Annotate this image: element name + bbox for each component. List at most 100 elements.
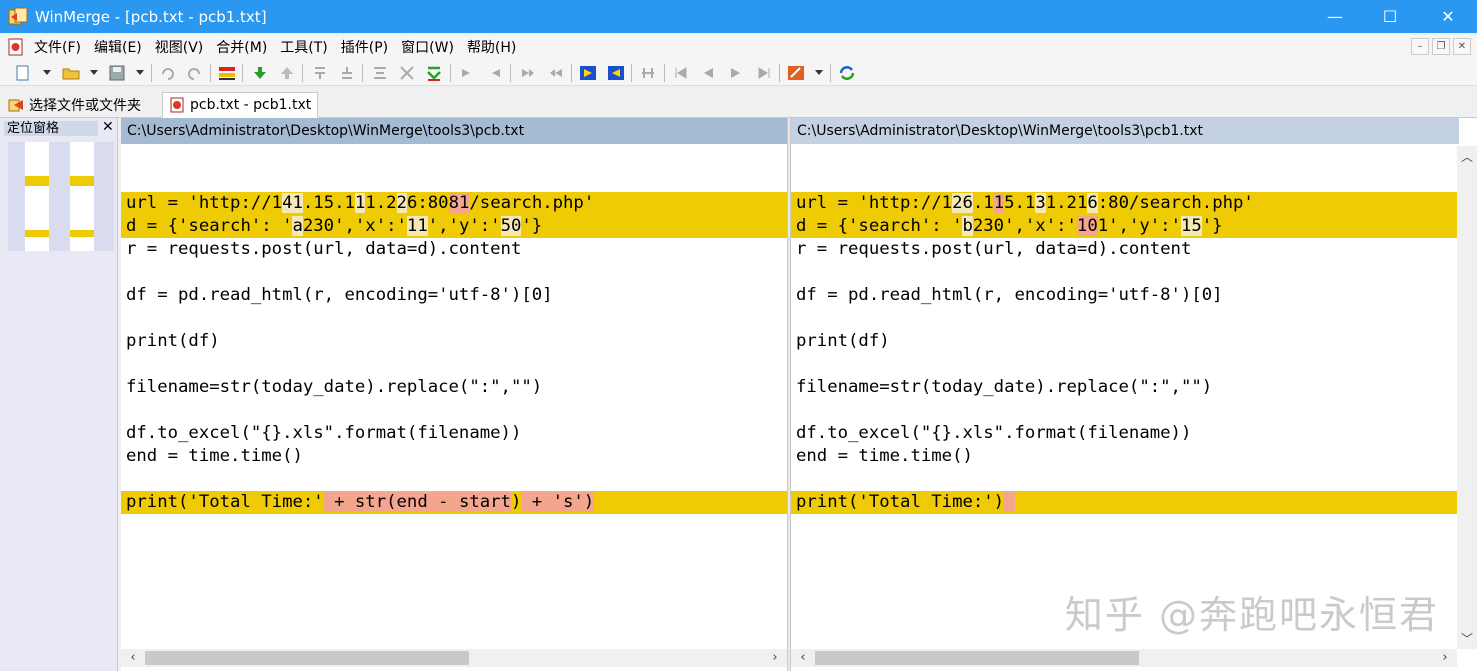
last-file-icon[interactable] (753, 63, 775, 83)
code-line[interactable] (791, 468, 1457, 491)
code-line[interactable]: end = time.time() (121, 445, 787, 468)
prev-diff-icon[interactable] (276, 63, 298, 83)
copy-left-advance-icon[interactable] (545, 63, 567, 83)
first-diff-icon[interactable] (309, 63, 331, 83)
code-line[interactable] (121, 468, 787, 491)
code-line[interactable]: r = requests.post(url, data=d).content (121, 238, 787, 261)
options-dropdown-icon[interactable] (815, 70, 823, 75)
copy-right-advance-icon[interactable] (517, 63, 539, 83)
diff-line[interactable]: d = {'search': 'a230','x':'11','y':'50'} (121, 215, 787, 238)
code-line[interactable]: print(df) (791, 330, 1457, 353)
diff-line[interactable]: print('Total Time:') (791, 491, 1457, 514)
redo-icon[interactable] (183, 63, 205, 83)
menu-merge[interactable]: 合并(M) (216, 37, 267, 57)
code-line[interactable] (121, 353, 787, 376)
code-text: '} (521, 216, 543, 236)
code-line[interactable] (121, 307, 787, 330)
code-line[interactable] (791, 169, 1457, 192)
scroll-down-icon[interactable]: ﹀ (1457, 630, 1477, 647)
maximize-button[interactable]: ☐ (1361, 0, 1419, 33)
all-right-icon[interactable] (577, 63, 599, 83)
refresh-icon[interactable] (836, 63, 858, 83)
scroll-left-icon[interactable]: ‹ (125, 649, 141, 667)
menu-file[interactable]: 文件(F) (34, 37, 81, 57)
mdi-restore-button[interactable]: ❐ (1432, 38, 1450, 55)
next-diff-icon[interactable] (249, 63, 271, 83)
menu-plugins[interactable]: 插件(P) (341, 37, 388, 57)
scroll-left-icon[interactable]: ‹ (795, 649, 811, 667)
document-icon[interactable] (8, 38, 24, 56)
code-line[interactable] (121, 261, 787, 284)
copy-all-icon[interactable] (423, 63, 445, 83)
scroll-up-icon[interactable]: ︿ (1457, 148, 1477, 165)
code-line[interactable]: df.to_excel("{}.xls".format(filename)) (791, 422, 1457, 445)
mdi-minimize-button[interactable]: – (1411, 38, 1429, 55)
diff-marker-icon[interactable] (216, 63, 238, 83)
save-dropdown-icon[interactable] (136, 70, 144, 75)
options-tools-icon[interactable] (785, 63, 807, 83)
diff-line[interactable]: print('Total Time:' + str(end - start) +… (121, 491, 787, 514)
close-button[interactable]: ✕ (1419, 0, 1477, 33)
undo-icon[interactable] (157, 63, 179, 83)
code-line[interactable] (791, 261, 1457, 284)
right-scroll-thumb[interactable] (815, 651, 1139, 665)
code-line[interactable]: df = pd.read_html(r, encoding='utf-8')[0… (791, 284, 1457, 307)
mdi-close-button[interactable]: ✕ (1453, 38, 1471, 55)
scroll-right-icon[interactable]: › (1437, 649, 1453, 667)
code-text: 230','x':' (302, 216, 407, 236)
code-line[interactable]: r = requests.post(url, data=d).content (791, 238, 1457, 261)
code-line[interactable] (791, 353, 1457, 376)
menu-help[interactable]: 帮助(H) (467, 37, 516, 57)
left-diff-pane[interactable]: C:\Users\Administrator\Desktop\WinMerge\… (121, 118, 787, 671)
tab-file-compare[interactable]: pcb.txt - pcb1.txt (162, 92, 319, 118)
copy-left-icon[interactable] (484, 63, 506, 83)
location-pane-close-button[interactable]: ✕ (102, 119, 114, 135)
code-line[interactable]: filename=str(today_date).replace(":","") (121, 376, 787, 399)
open-dropdown-icon[interactable] (90, 70, 98, 75)
right-file-path: C:\Users\Administrator\Desktop\WinMerge\… (791, 118, 1459, 144)
diff-line[interactable]: url = 'http://141.15.111.226:8081/search… (121, 192, 787, 215)
code-line[interactable]: df.to_excel("{}.xls".format(filename)) (121, 422, 787, 445)
code-line[interactable] (121, 169, 787, 192)
code-line[interactable] (121, 399, 787, 422)
menu-tools[interactable]: 工具(T) (280, 37, 327, 57)
right-horizontal-scrollbar[interactable]: ‹ › (791, 649, 1457, 667)
merge-diff-icon[interactable] (396, 63, 418, 83)
current-diff-icon[interactable] (369, 63, 391, 83)
prev-file-icon[interactable] (697, 63, 719, 83)
code-line[interactable]: end = time.time() (791, 445, 1457, 468)
vertical-scrollbar[interactable]: ︿ ﹀ (1457, 146, 1477, 649)
tab-select-files[interactable]: 选择文件或文件夹 (2, 92, 147, 118)
tab-label: 选择文件或文件夹 (29, 98, 141, 114)
code-line[interactable]: print(df) (121, 330, 787, 353)
code-line[interactable]: filename=str(today_date).replace(":","") (791, 376, 1457, 399)
sync-pane-icon[interactable] (637, 63, 659, 83)
copy-right-icon[interactable] (456, 63, 478, 83)
char-diff: 15 (1180, 216, 1202, 236)
new-icon[interactable] (12, 63, 34, 83)
code-line[interactable] (791, 307, 1457, 330)
diff-line[interactable]: d = {'search': 'b230','x':'101','y':'15'… (791, 215, 1457, 238)
minimize-button[interactable]: — (1306, 0, 1364, 33)
left-scroll-thumb[interactable] (145, 651, 469, 665)
char-diff: 11 (406, 216, 428, 236)
code-line[interactable]: df = pd.read_html(r, encoding='utf-8')[0… (121, 284, 787, 307)
menu-window[interactable]: 窗口(W) (401, 37, 454, 57)
code-line[interactable] (791, 399, 1457, 422)
new-dropdown-icon[interactable] (43, 70, 51, 75)
diff-line[interactable]: url = 'http://126.115.131.216:80/search.… (791, 192, 1457, 215)
code-text: filename=str(today_date).replace(":","") (126, 377, 543, 397)
location-map[interactable] (8, 142, 114, 251)
open-folder-icon[interactable] (60, 63, 82, 83)
last-diff-icon[interactable] (336, 63, 358, 83)
save-icon[interactable] (106, 63, 128, 83)
code-text: r = requests.post(url, data=d).content (126, 239, 522, 259)
left-horizontal-scrollbar[interactable]: ‹ › (121, 649, 787, 667)
next-file-icon[interactable] (725, 63, 747, 83)
first-file-icon[interactable] (670, 63, 692, 83)
code-text: ) (510, 492, 522, 512)
menu-view[interactable]: 视图(V) (155, 37, 204, 57)
menu-edit[interactable]: 编辑(E) (94, 37, 142, 57)
scroll-right-icon[interactable]: › (767, 649, 783, 667)
all-left-icon[interactable] (605, 63, 627, 83)
